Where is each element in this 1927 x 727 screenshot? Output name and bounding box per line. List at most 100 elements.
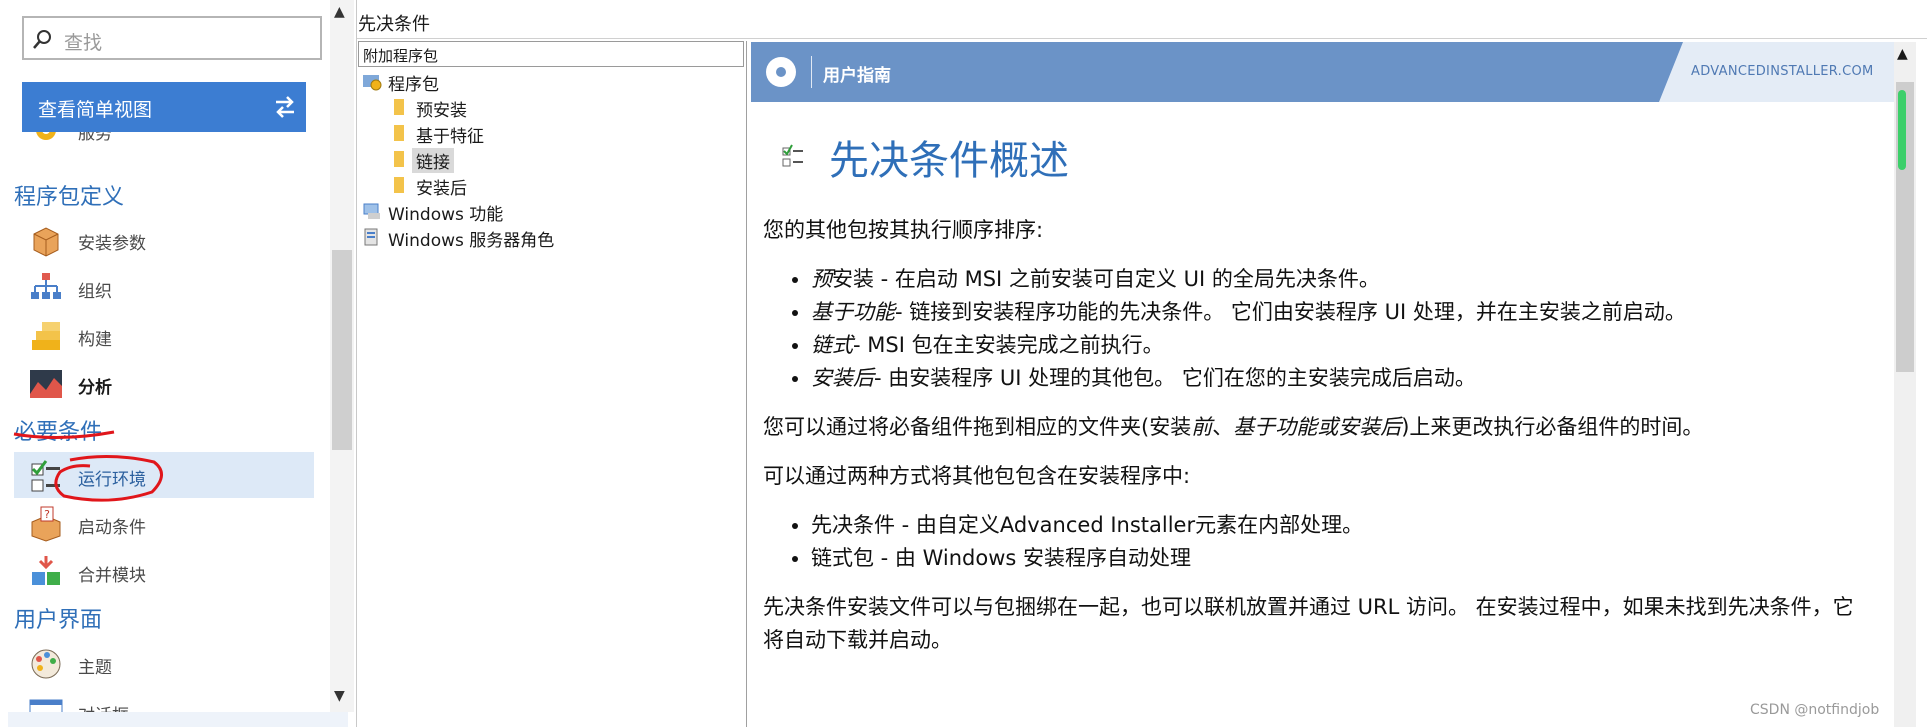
order-list: 预安装 - 在启动 MSI 之前安装可自定义 UI 的全局先决条件。 基于功能-… (763, 263, 1873, 395)
palette-icon (31, 649, 61, 679)
section-title-prerequisites: 必要条件 (14, 420, 103, 445)
sidebar-item-launch-conditions[interactable]: ? 启动条件 (14, 500, 314, 546)
list-item: 链式包 - 由 Windows 安装程序自动处理 (811, 542, 1873, 575)
scroll-up-icon[interactable]: ▲ (1897, 46, 1908, 62)
methods-list: 先决条件 - 由自定义Advanced Installer元素在内部处理。 链式… (763, 509, 1873, 575)
doc-body: 您的其他包按其执行顺序排序: 预安装 - 在启动 MSI 之前安装可自定义 UI… (763, 214, 1873, 673)
list-item: 先决条件 - 由自定义Advanced Installer元素在内部处理。 (811, 509, 1873, 542)
tree-node-label: 程序包 (388, 75, 439, 95)
swap-icon (276, 96, 294, 118)
sidebar-nav: 服务 程序包定义 安装参数 组织 构建 分析 必要条件 运行环境 ? 启动条件 … (0, 132, 330, 712)
doc-title: 先决条件概述 (829, 138, 1069, 184)
question-box-icon: ? (31, 506, 61, 542)
sidebar-item-label: 主题 (78, 658, 112, 678)
simple-view-label: 查看简单视图 (38, 99, 153, 121)
list-item: 预安装 - 在启动 MSI 之前安装可自定义 UI 的全局先决条件。 (811, 263, 1873, 296)
description: - MSI 包在主安装完成之前执行。 (853, 333, 1164, 357)
term: 安装后 (811, 366, 874, 390)
description: - 由安装程序 UI 处理的其他包。 它们在您的主安装完成后启动。 (874, 366, 1476, 390)
sidebar-footer-strip (8, 712, 348, 727)
doc-paragraph: 您可以通过将必备组件拖到相应的文件夹(安装前、基于功能或安装后)上来更改执行必备… (763, 411, 1873, 444)
sidebar-item-dialogs[interactable]: 对话框 (14, 688, 314, 712)
folder-icon (394, 99, 404, 115)
server-roles-icon (364, 228, 378, 246)
checklist-icon (31, 460, 60, 492)
watermark: CSDN @notfindjob (1750, 702, 1880, 718)
sidebar-item-merge-modules[interactable]: 合并模块 (14, 548, 314, 594)
doc-scrollbar[interactable]: ▲ (1894, 42, 1916, 727)
dialog-icon (29, 699, 63, 712)
svg-text:?: ? (44, 508, 50, 521)
tree-node-label: Windows 服务器角色 (388, 231, 555, 251)
sidebar-item-runtime[interactable]: 运行环境 (14, 452, 314, 498)
site-link[interactable]: ADVANCEDINSTALLER.COM (1691, 64, 1874, 79)
tree-node-label: 安装后 (416, 179, 467, 199)
analysis-chart-icon (30, 370, 62, 398)
merge-modules-icon (32, 556, 60, 585)
sidebar-item-label: 组织 (78, 282, 112, 302)
guide-label: 用户指南 (823, 66, 891, 86)
text-run: 前 (1191, 415, 1213, 439)
sidebar: 查找 查看简单视图 服务 程序包定义 安装参数 组织 构建 分析 必要条件 运行… (0, 0, 357, 727)
doc-paragraph: 可以通过两种方式将其他包包含在安装程序中: (763, 464, 1191, 488)
package-disc-icon (363, 75, 382, 91)
section-title-package-definition: 程序包定义 (14, 185, 125, 210)
term: 基于功能 (811, 300, 895, 324)
tree-node-label: 基于特征 (416, 127, 484, 147)
text-run: 、 (1212, 415, 1234, 439)
tree-node-label: 预安装 (416, 101, 467, 121)
list-item: 安装后- 由安装程序 UI 处理的其他包。 它们在您的主安装完成后启动。 (811, 362, 1873, 395)
term: 预 (811, 267, 832, 291)
sidebar-item-install-parameters[interactable]: 安装参数 (14, 216, 314, 262)
tree-node-label: Windows 功能 (388, 205, 504, 225)
sidebar-item-analysis[interactable]: 分析 (14, 360, 314, 406)
sidebar-item-label: 服务 (78, 132, 112, 144)
scrollbar-thumb[interactable] (332, 250, 352, 450)
scroll-indicator (1898, 90, 1906, 170)
scroll-down-icon[interactable]: ▼ (334, 688, 345, 704)
simple-view-button[interactable]: 查看简单视图 (22, 82, 306, 132)
text-run: 您可以通过将必备组件拖到相应的文件夹(安装 (763, 415, 1192, 439)
title-divider (357, 38, 1927, 39)
description: - 在启动 MSI 之前安装可自定义 UI 的全局先决条件。 (874, 267, 1380, 291)
checklist-icon (782, 144, 803, 167)
sidebar-scrollbar[interactable]: ▲ ▼ (330, 0, 354, 712)
windows-features-icon (363, 203, 380, 219)
sidebar-item-organization[interactable]: 组织 (14, 264, 314, 310)
folder-icon (394, 177, 404, 193)
tree-node-label: 链接 (412, 148, 454, 173)
sidebar-item-label: 合并模块 (78, 566, 146, 586)
header-separator (811, 56, 812, 88)
sidebar-item-label: 启动条件 (78, 518, 146, 538)
gear-icon (36, 132, 56, 140)
guide-header: 用户指南 ADVANCEDINSTALLER.COM (751, 42, 1894, 102)
org-chart-icon (31, 273, 61, 299)
sidebar-item-services[interactable]: 服务 (14, 132, 314, 152)
prerequisites-tree: 附加程序包 程序包 预安装 基于特征 链接 安装后 Windows 功能 Win… (358, 41, 747, 727)
package-icon (33, 227, 59, 257)
sidebar-item-themes[interactable]: 主题 (14, 640, 314, 686)
bricks-icon (32, 322, 60, 350)
user-guide-panel: 用户指南 ADVANCEDINSTALLER.COM 先决条件概述 您的其他包按… (751, 42, 1894, 727)
tree-header[interactable]: 附加程序包 (358, 41, 744, 67)
folder-icon (394, 125, 404, 141)
term: 链式 (811, 333, 853, 357)
sidebar-item-build[interactable]: 构建 (14, 312, 314, 358)
search-input[interactable]: 查找 (22, 16, 322, 60)
doc-paragraph: 先决条件安装文件可以与包捆绑在一起，也可以联机放置并通过 URL 访问。 在安装… (763, 595, 1854, 652)
sidebar-item-label: 安装参数 (78, 234, 146, 254)
scroll-up-icon[interactable]: ▲ (334, 4, 345, 20)
sidebar-item-label: 构建 (78, 330, 112, 350)
sidebar-item-label: 分析 (78, 378, 112, 398)
description: - 链接到安装程序功能的先决条件。 它们由安装程序 UI 处理，并在主安装之前启… (895, 300, 1686, 324)
tree-header-label: 附加程序包 (363, 47, 439, 65)
text-run: )上来更改执行必备组件的时间。 (1401, 415, 1704, 439)
doc-paragraph: 您的其他包按其执行顺序排序: (763, 218, 1044, 242)
sidebar-item-label: 运行环境 (78, 470, 146, 490)
term: 安装 (832, 267, 874, 291)
section-title-user-interface: 用户界面 (14, 608, 103, 633)
search-icon (33, 30, 51, 49)
text-run: 基于功能或安装后 (1233, 415, 1402, 439)
list-item: 基于功能- 链接到安装程序功能的先决条件。 它们由安装程序 UI 处理，并在主安… (811, 296, 1873, 329)
advanced-installer-logo-icon (766, 57, 796, 87)
